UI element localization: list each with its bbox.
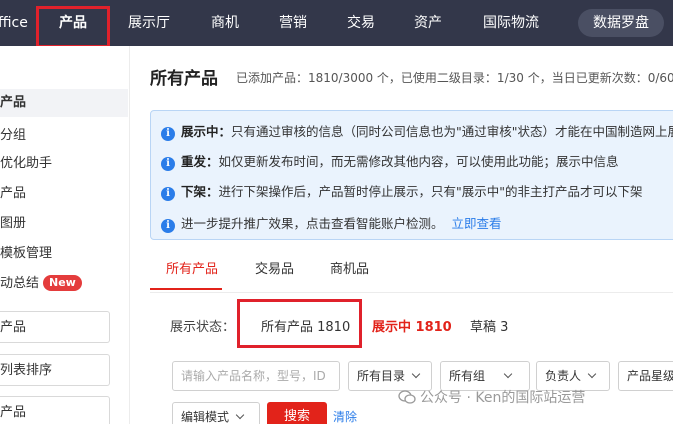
tab-lead-products[interactable]: 商机品 [330, 250, 369, 290]
nav-item-leads[interactable]: 商机 [209, 0, 241, 46]
sidebar: 产品 分组 优化助手 产品 图册 模板管理 动总结 New 产品 列表排序 产品 [0, 46, 130, 424]
notice-label: 重发： [181, 154, 219, 169]
watermark-text: 公众号 · Ken的国际站运营 [420, 390, 586, 406]
star-rating-select-value: 产品星级 [627, 369, 673, 383]
brand-text[interactable]: ffice [0, 0, 28, 46]
edit-mode-value: 编辑模式 [181, 410, 230, 424]
sidebar-item-summary-label: 动总结 [0, 276, 40, 291]
nav-item-marketing[interactable]: 营销 [277, 0, 309, 46]
chevron-down-icon [503, 369, 513, 379]
notice-label: 下架： [181, 184, 219, 199]
nav-item-showroom[interactable]: 展示厅 [126, 0, 172, 46]
owner-select-value: 负责人 [545, 369, 582, 383]
wechat-icon [398, 390, 416, 404]
sidebar-item-groups[interactable]: 分组 [0, 122, 128, 150]
sidebar-item-templates[interactable]: 模板管理 [0, 240, 128, 268]
sidebar-box-products[interactable]: 产品 [0, 311, 110, 343]
tab-trade-products[interactable]: 交易品 [255, 250, 294, 290]
group-select-value: 所有组 [449, 369, 486, 383]
page-title: 所有产品 [150, 69, 218, 89]
nav-item-assets[interactable]: 资产 [412, 0, 444, 46]
tab-all-products[interactable]: 所有产品 [166, 250, 218, 290]
nav-item-trade[interactable]: 交易 [345, 0, 377, 46]
notice-row-offline: i 下架：进行下架操作后，产品暂时停止展示，只有"展示中"的非主打产品才可以下架 [161, 181, 643, 201]
notice-row-showing: i 展示中：只有通过审核的信息（同时公司信息也为"通过审核"状态）才能在中国制造网… [161, 121, 673, 141]
sidebar-item-albums[interactable]: 图册 [0, 210, 128, 238]
data-compass-button[interactable]: 数据罗盘 [578, 9, 664, 37]
notice-row-promo: i 进一步提升推广效果，点击查看智能账户检测。 立即查看 [161, 213, 502, 233]
notice-text: 如仅更新发布时间，而无需修改其他内容，可以使用此功能；展示中信息 [218, 154, 619, 169]
sidebar-box-products-2[interactable]: 产品 [0, 396, 110, 424]
sidebar-box-list-sort[interactable]: 列表排序 [0, 354, 110, 386]
tab-active-underline [150, 288, 222, 290]
chevron-down-icon [411, 369, 421, 379]
notice-text: 进行下架操作后，产品暂时停止展示，只有"展示中"的非主打产品才可以下架 [218, 184, 643, 199]
chevron-down-icon [587, 369, 597, 379]
clear-link[interactable]: 清除 [333, 408, 357, 424]
sidebar-item-summary[interactable]: 动总结 New [0, 270, 128, 298]
status-label: 展示状态： [170, 320, 236, 335]
product-search-input[interactable] [172, 361, 340, 391]
status-draft[interactable]: 草稿 3 [470, 316, 508, 335]
search-button[interactable]: 搜索 [267, 402, 327, 424]
view-now-link[interactable]: 立即查看 [452, 216, 502, 231]
sidebar-item-optimizer[interactable]: 优化助手 [0, 150, 128, 178]
watermark: 公众号 · Ken的国际站运营 [398, 387, 585, 407]
main-content: 所有产品 已添加产品：1810/3000 个，已使用二级目录：1/30 个，当日… [130, 46, 673, 424]
nav-item-logistics[interactable]: 国际物流 [481, 0, 541, 46]
new-badge: New [43, 275, 82, 291]
info-icon: i [161, 187, 175, 201]
edit-mode-select[interactable]: 编辑模式 [172, 402, 260, 424]
product-tabs: 所有产品 交易品 商机品 [150, 250, 673, 290]
info-icon: i [161, 157, 175, 171]
info-icon: i [161, 219, 175, 233]
chevron-down-icon [235, 410, 245, 420]
highlight-box-nav [36, 6, 110, 48]
info-icon: i [161, 127, 175, 141]
notice-text: 进一步提升推广效果，点击查看智能账户检测。 [181, 216, 444, 231]
notice-row-repost: i 重发：如仅更新发布时间，而无需修改其他内容，可以使用此功能；展示中信息 [161, 151, 619, 171]
category-select-value: 所有目录 [357, 369, 406, 383]
page-stats: 已添加产品：1810/3000 个，已使用二级目录：1/30 个，当日已更新次数… [236, 71, 673, 85]
status-showing[interactable]: 展示中 1810 [372, 316, 452, 335]
highlight-box-status [237, 299, 362, 348]
notice-text: 只有通过审核的信息（同时公司信息也为"通过审核"状态）才能在中国制造网上展示 [231, 124, 673, 139]
star-rating-select[interactable]: 产品星级 [618, 361, 673, 391]
notice-panel: i 展示中：只有通过审核的信息（同时公司信息也为"通过审核"状态）才能在中国制造网… [150, 110, 673, 240]
notice-label: 展示中： [181, 124, 232, 139]
sidebar-item-products[interactable]: 产品 [0, 89, 128, 117]
sidebar-item-products-2[interactable]: 产品 [0, 180, 128, 208]
